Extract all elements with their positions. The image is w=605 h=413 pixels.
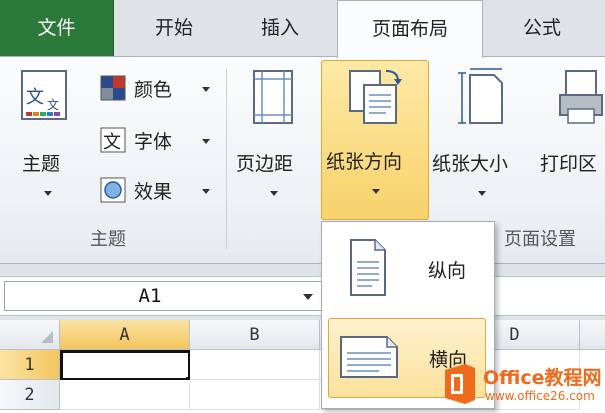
tab-file[interactable]: 文件 bbox=[0, 0, 114, 56]
watermark-url: www.office26.com bbox=[485, 389, 595, 403]
orientation-label: 纸张方向 bbox=[326, 151, 403, 173]
svg-text:文: 文 bbox=[103, 132, 121, 153]
column-header-a[interactable]: A bbox=[60, 320, 190, 350]
chevron-down-icon bbox=[202, 189, 210, 194]
portrait-label: 纵向 bbox=[428, 260, 467, 282]
chevron-down-icon bbox=[372, 189, 380, 194]
margins-label: 页边距 bbox=[236, 153, 294, 175]
select-all-triangle-icon bbox=[41, 331, 53, 343]
row-header-2[interactable]: 2 bbox=[0, 380, 60, 410]
themes-icon: 文 文 bbox=[21, 70, 67, 120]
formula-bar: A1 bbox=[0, 276, 605, 316]
ribbon-tab-bar: 文件 开始 插入 页面布局 公式 bbox=[0, 0, 605, 58]
orientation-icon bbox=[349, 70, 402, 124]
printer-icon bbox=[559, 70, 603, 124]
ribbon-panel: 文 文 主题 颜色 文 字体 效果 主题 页边距 纸张方向 纸张大小 打印区 页… bbox=[0, 56, 605, 264]
theme-colors-button[interactable]: 颜色 bbox=[100, 73, 218, 105]
chevron-down-icon[interactable] bbox=[303, 294, 313, 300]
page-setup-group-label: 页面设置 bbox=[504, 229, 576, 250]
cell-a1[interactable] bbox=[60, 350, 191, 381]
name-box[interactable]: A1 bbox=[4, 281, 322, 311]
effects-icon bbox=[100, 177, 126, 203]
color-palette-icon bbox=[100, 75, 126, 101]
row-header-1[interactable]: 1 bbox=[0, 350, 60, 380]
svg-text:文: 文 bbox=[47, 97, 59, 112]
menu-item-portrait[interactable]: 纵向 bbox=[328, 228, 486, 308]
landscape-page-icon bbox=[340, 336, 398, 378]
chevron-down-icon bbox=[202, 87, 210, 92]
watermark: Office教程网 www.office26.com bbox=[439, 360, 605, 410]
theme-effects-label: 效果 bbox=[134, 181, 173, 203]
portrait-page-icon bbox=[350, 239, 386, 296]
themes-button[interactable]: 文 文 主题 bbox=[10, 63, 86, 213]
group-separator bbox=[226, 69, 227, 249]
paper-size-icon bbox=[458, 68, 503, 124]
chevron-down-icon bbox=[478, 191, 486, 196]
office-logo-icon bbox=[445, 364, 475, 404]
chevron-down-icon bbox=[44, 191, 52, 196]
svg-text:文: 文 bbox=[26, 87, 44, 108]
tab-insert[interactable]: 插入 bbox=[228, 0, 332, 56]
tab-formulas[interactable]: 公式 bbox=[490, 0, 594, 56]
column-header-e[interactable] bbox=[580, 320, 605, 350]
chevron-down-icon bbox=[202, 139, 210, 144]
size-button[interactable]: 纸张大小 bbox=[432, 63, 532, 213]
tab-home[interactable]: 开始 bbox=[122, 0, 226, 56]
theme-effects-button[interactable]: 效果 bbox=[100, 175, 218, 207]
name-box-value: A1 bbox=[138, 285, 162, 307]
select-all-corner[interactable] bbox=[0, 320, 60, 350]
column-header-b[interactable]: B bbox=[190, 320, 320, 350]
theme-fonts-button[interactable]: 文 字体 bbox=[100, 125, 218, 157]
cell-a2[interactable] bbox=[60, 380, 190, 410]
theme-fonts-label: 字体 bbox=[134, 131, 173, 153]
orientation-button[interactable]: 纸张方向 bbox=[321, 60, 429, 220]
font-icon: 文 bbox=[100, 127, 126, 153]
themes-label: 主题 bbox=[22, 153, 61, 175]
print-area-label: 打印区 bbox=[540, 153, 598, 175]
theme-colors-label: 颜色 bbox=[134, 79, 173, 101]
themes-group-label: 主题 bbox=[90, 229, 126, 250]
margins-button[interactable]: 页边距 bbox=[234, 63, 316, 213]
chevron-down-icon bbox=[270, 191, 278, 196]
tab-page-layout[interactable]: 页面布局 bbox=[337, 0, 483, 58]
cell-b1[interactable] bbox=[190, 350, 320, 380]
size-label: 纸张大小 bbox=[432, 153, 509, 175]
margins-icon bbox=[253, 70, 293, 124]
watermark-brand: Office教程网 bbox=[483, 367, 602, 389]
print-area-button[interactable]: 打印区 bbox=[538, 63, 605, 213]
cell-b2[interactable] bbox=[190, 380, 320, 410]
